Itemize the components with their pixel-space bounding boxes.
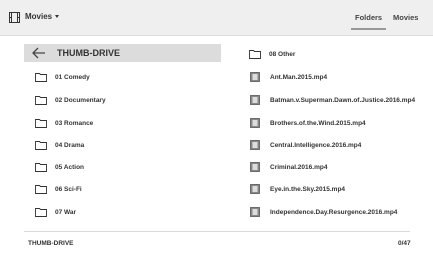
video-file-item[interactable]: Criminal.2016.mp4 (250, 160, 327, 174)
video-file-item-label: Criminal.2016.mp4 (270, 163, 328, 171)
video-file-icon (250, 95, 262, 105)
video-file-item-label: Ant.Man.2015.mp4 (270, 73, 328, 81)
video-file-item[interactable]: Central.Intelligence.2016.mp4 (250, 138, 361, 152)
tab-movies[interactable]: Movies (393, 13, 418, 22)
folder-item-label: 07 War (55, 208, 77, 216)
folder-item-label: 08 Other (269, 50, 296, 58)
video-file-item[interactable]: Brothers.of.the.Wind.2015.mp4 (250, 116, 366, 130)
folder-item-label: 02 Documentary (55, 96, 106, 104)
folder-icon (35, 140, 47, 150)
video-file-icon (250, 207, 262, 217)
video-file-item[interactable]: Batman.v.Superman.Dawn.of.Justice.2016.m… (250, 93, 415, 107)
folder-item-label: 04 Drama (55, 141, 85, 149)
video-file-item[interactable]: Eye.in.the.Sky.2015.mp4 (250, 182, 345, 196)
folder-item[interactable]: 02 Documentary (35, 93, 106, 107)
video-file-item[interactable]: Independence.Day.Resurgence.2016.mp4 (250, 205, 397, 219)
footer-location: THUMB-DRIVE (28, 240, 74, 247)
video-file-icon (250, 72, 262, 82)
video-file-icon (250, 140, 262, 150)
tab-folders[interactable]: Folders (350, 13, 387, 30)
folder-item[interactable]: 04 Drama (35, 138, 84, 152)
chevron-down-icon (55, 15, 60, 18)
video-file-item-label: Central.Intelligence.2016.mp4 (270, 141, 362, 149)
folder-icon (35, 95, 47, 105)
film-icon[interactable] (9, 12, 20, 23)
folder-icon (249, 49, 261, 59)
folder-icon (35, 118, 47, 128)
folder-item-label: 06 Sci-Fi (55, 185, 82, 193)
footer-count: 0/47 (398, 240, 411, 247)
drive-back-row[interactable]: THUMB-DRIVE (24, 44, 221, 62)
folder-item[interactable]: 03 Romance (35, 116, 93, 130)
video-file-icon (250, 162, 262, 172)
folder-item[interactable]: 01 Comedy (35, 70, 90, 84)
folder-item[interactable]: 06 Sci-Fi (35, 182, 82, 196)
folder-icon (35, 184, 47, 194)
folder-icon (35, 162, 47, 172)
app-menu-dropdown[interactable]: Movies (25, 12, 60, 21)
folder-item[interactable]: 05 Action (35, 160, 84, 174)
video-file-icon (250, 118, 262, 128)
folder-item-label: 05 Action (55, 163, 85, 171)
folder-item-label: 03 Romance (55, 119, 94, 127)
top-bar: Movies Folders Movies (0, 0, 433, 36)
back-arrow-icon (32, 47, 45, 59)
folder-item[interactable]: 07 War (35, 205, 76, 219)
footer-divider (24, 231, 410, 232)
folder-item[interactable]: 08 Other (249, 47, 295, 61)
video-file-item-label: Brothers.of.the.Wind.2015.mp4 (270, 119, 366, 127)
drive-label: THUMB-DRIVE (57, 48, 120, 58)
folder-icon (35, 207, 47, 217)
video-file-item[interactable]: Ant.Man.2015.mp4 (250, 70, 327, 84)
video-file-item-label: Independence.Day.Resurgence.2016.mp4 (270, 208, 398, 216)
folder-icon (35, 72, 47, 82)
video-file-icon (250, 184, 262, 194)
video-file-item-label: Batman.v.Superman.Dawn.of.Justice.2016.m… (270, 96, 416, 104)
video-file-item-label: Eye.in.the.Sky.2015.mp4 (270, 185, 346, 193)
app-menu-label: Movies (25, 12, 53, 21)
folder-item-label: 01 Comedy (55, 73, 90, 81)
